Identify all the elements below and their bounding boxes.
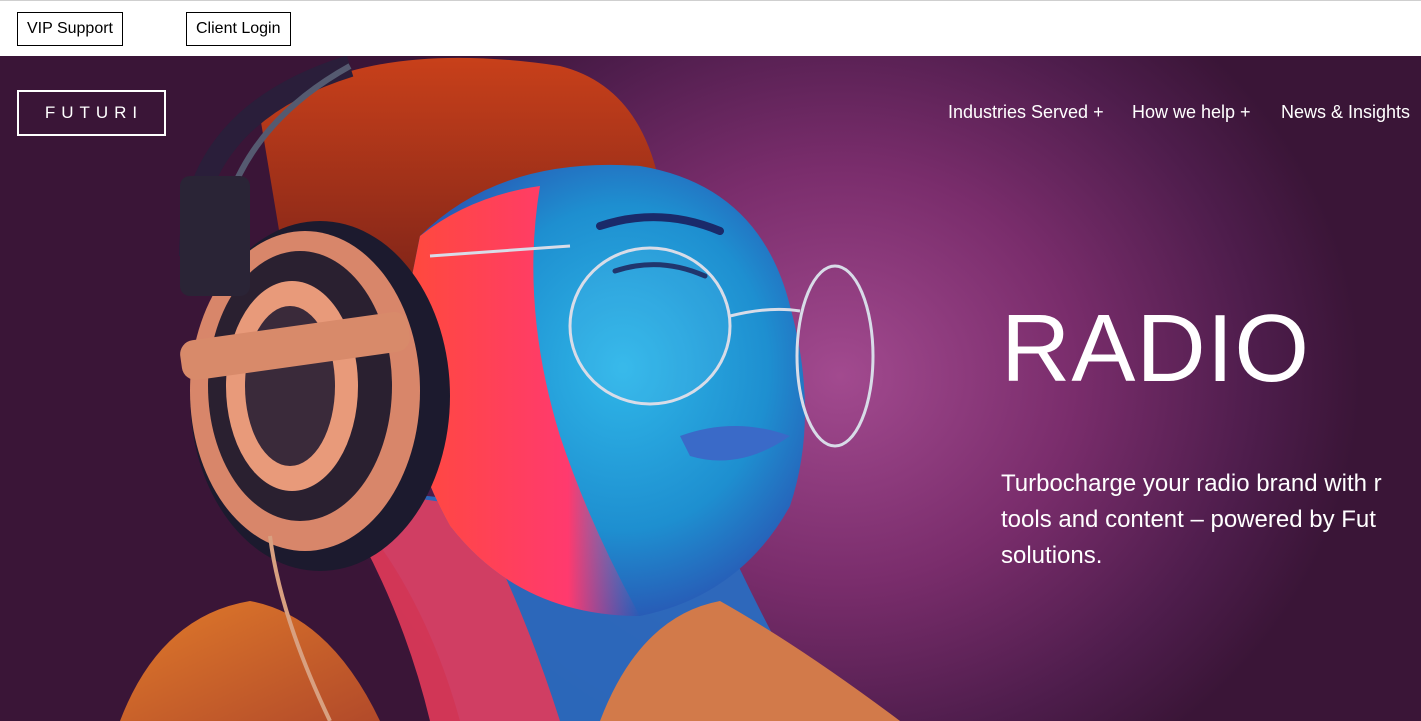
hero-subtitle-line: Turbocharge your radio brand with r: [1001, 470, 1382, 497]
futuri-logo[interactable]: FUTURI: [17, 90, 166, 136]
nav-how-we-help[interactable]: How we help +: [1132, 100, 1251, 124]
client-login-button[interactable]: Client Login: [186, 12, 291, 46]
glasses-left-lens: [568, 246, 732, 406]
shirt-left: [120, 601, 380, 721]
hero-section: FUTURI Industries Served + How we help +…: [0, 56, 1421, 721]
glasses-right-lens: [795, 264, 875, 448]
utility-bar: VIP Support Client Login: [0, 0, 1421, 56]
hero-subtitle-line: solutions.: [1001, 542, 1103, 569]
hero-subtitle: Turbocharge your radio brand with r tool…: [1001, 466, 1421, 574]
vip-support-button[interactable]: VIP Support: [17, 12, 123, 46]
nav-industries-served[interactable]: Industries Served +: [948, 100, 1104, 124]
nav-news-insights[interactable]: News & Insights: [1281, 100, 1410, 124]
hero-title: RADIO: [1001, 295, 1311, 402]
hero-subtitle-line: tools and content – powered by Fut: [1001, 506, 1376, 533]
